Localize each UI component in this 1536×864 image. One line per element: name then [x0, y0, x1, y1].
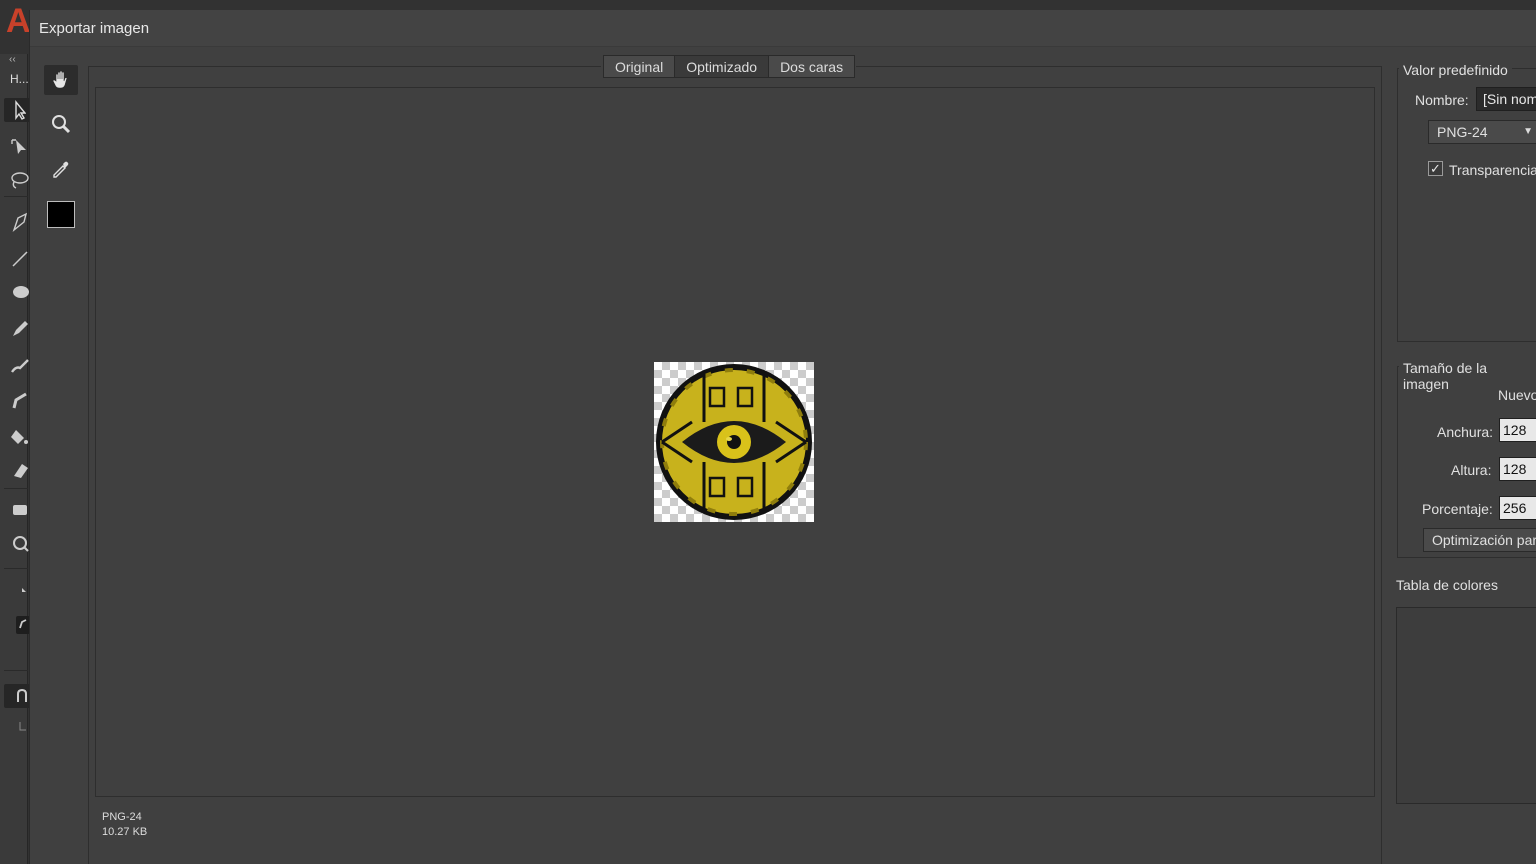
height-label: Altura:: [1451, 462, 1492, 478]
collapse-panel-icon[interactable]: ‹‹: [9, 54, 16, 65]
draw-mode-icon[interactable]: [8, 612, 30, 636]
name-label: Nombre:: [1415, 92, 1469, 108]
file-info: PNG-24 10.27 KB: [102, 810, 147, 840]
chevron-down-icon: ▼: [1523, 126, 1533, 137]
brush-tool-icon[interactable]: [8, 352, 30, 376]
width-label: Anchura:: [1437, 424, 1494, 440]
format-select[interactable]: PNG-24 ▼: [1428, 120, 1536, 144]
preview-image: [654, 362, 814, 522]
dialog-title: Exportar imagen: [39, 20, 150, 37]
fill-stroke-icon[interactable]: [8, 578, 30, 602]
view-tabs: Original Optimizado Dos caras: [601, 55, 857, 78]
panel-divider: [1381, 66, 1382, 864]
file-size: 10.27 KB: [102, 826, 148, 838]
zoom-tool-icon[interactable]: [8, 532, 30, 556]
format-select-value: PNG-24: [1437, 124, 1488, 140]
eraser-tool-icon[interactable]: [8, 458, 30, 482]
eyedropper-icon[interactable]: [44, 155, 78, 185]
panel-header: H...: [10, 72, 29, 86]
width-tool-icon[interactable]: [8, 388, 30, 412]
export-image-dialog: Exportar imagen Original Optimizado Dos …: [29, 10, 1536, 864]
percent-input[interactable]: 256: [1499, 496, 1536, 520]
artboard-tool-icon[interactable]: [8, 498, 30, 522]
tab-optimized[interactable]: Optimizado: [674, 55, 770, 78]
app-toolbar: ‹‹ H...: [0, 54, 30, 864]
percent-label: Porcentaje:: [1422, 501, 1493, 517]
app-window: A ‹‹ H... Exportar imagen Original Optim…: [0, 0, 1536, 864]
eye-emblem-icon: [656, 364, 812, 520]
app-logo: A: [6, 2, 31, 40]
pen-tool-icon[interactable]: [8, 210, 30, 234]
more-tools-icon[interactable]: [8, 714, 30, 738]
color-table-title: Tabla de colores: [1396, 577, 1498, 593]
new-label: Nuevo: [1498, 387, 1536, 403]
color-table[interactable]: [1396, 607, 1536, 804]
direct-selection-tool-icon[interactable]: [8, 134, 30, 158]
tab-two-up[interactable]: Dos caras: [768, 55, 856, 78]
tab-original[interactable]: Original: [603, 55, 676, 78]
pencil-tool-icon[interactable]: [8, 316, 30, 340]
paint-bucket-tool-icon[interactable]: [8, 424, 30, 448]
preset-title: Valor predefinido: [1399, 62, 1512, 78]
line-tool-icon[interactable]: [8, 246, 30, 270]
width-input[interactable]: 128: [1499, 418, 1536, 442]
preset-name-field[interactable]: [Sin nombre]: [1476, 87, 1536, 111]
lasso-tool-icon[interactable]: [8, 168, 30, 192]
file-format: PNG-24: [102, 811, 142, 823]
selection-tool-icon[interactable]: [4, 98, 30, 122]
zoom-icon[interactable]: [44, 109, 78, 139]
transparency-checkbox[interactable]: ✓: [1428, 161, 1443, 176]
eyedropper-color-swatch[interactable]: [47, 201, 75, 228]
transparency-label: Transparencia: [1449, 162, 1536, 178]
dialog-titlebar: Exportar imagen: [30, 10, 1536, 47]
ellipse-tool-icon[interactable]: [8, 280, 30, 304]
screen-mode-icon[interactable]: [4, 684, 30, 708]
height-input[interactable]: 128: [1499, 457, 1536, 481]
optimize-for-button[interactable]: Optimización para: [1423, 528, 1536, 552]
hand-icon[interactable]: [44, 65, 78, 95]
